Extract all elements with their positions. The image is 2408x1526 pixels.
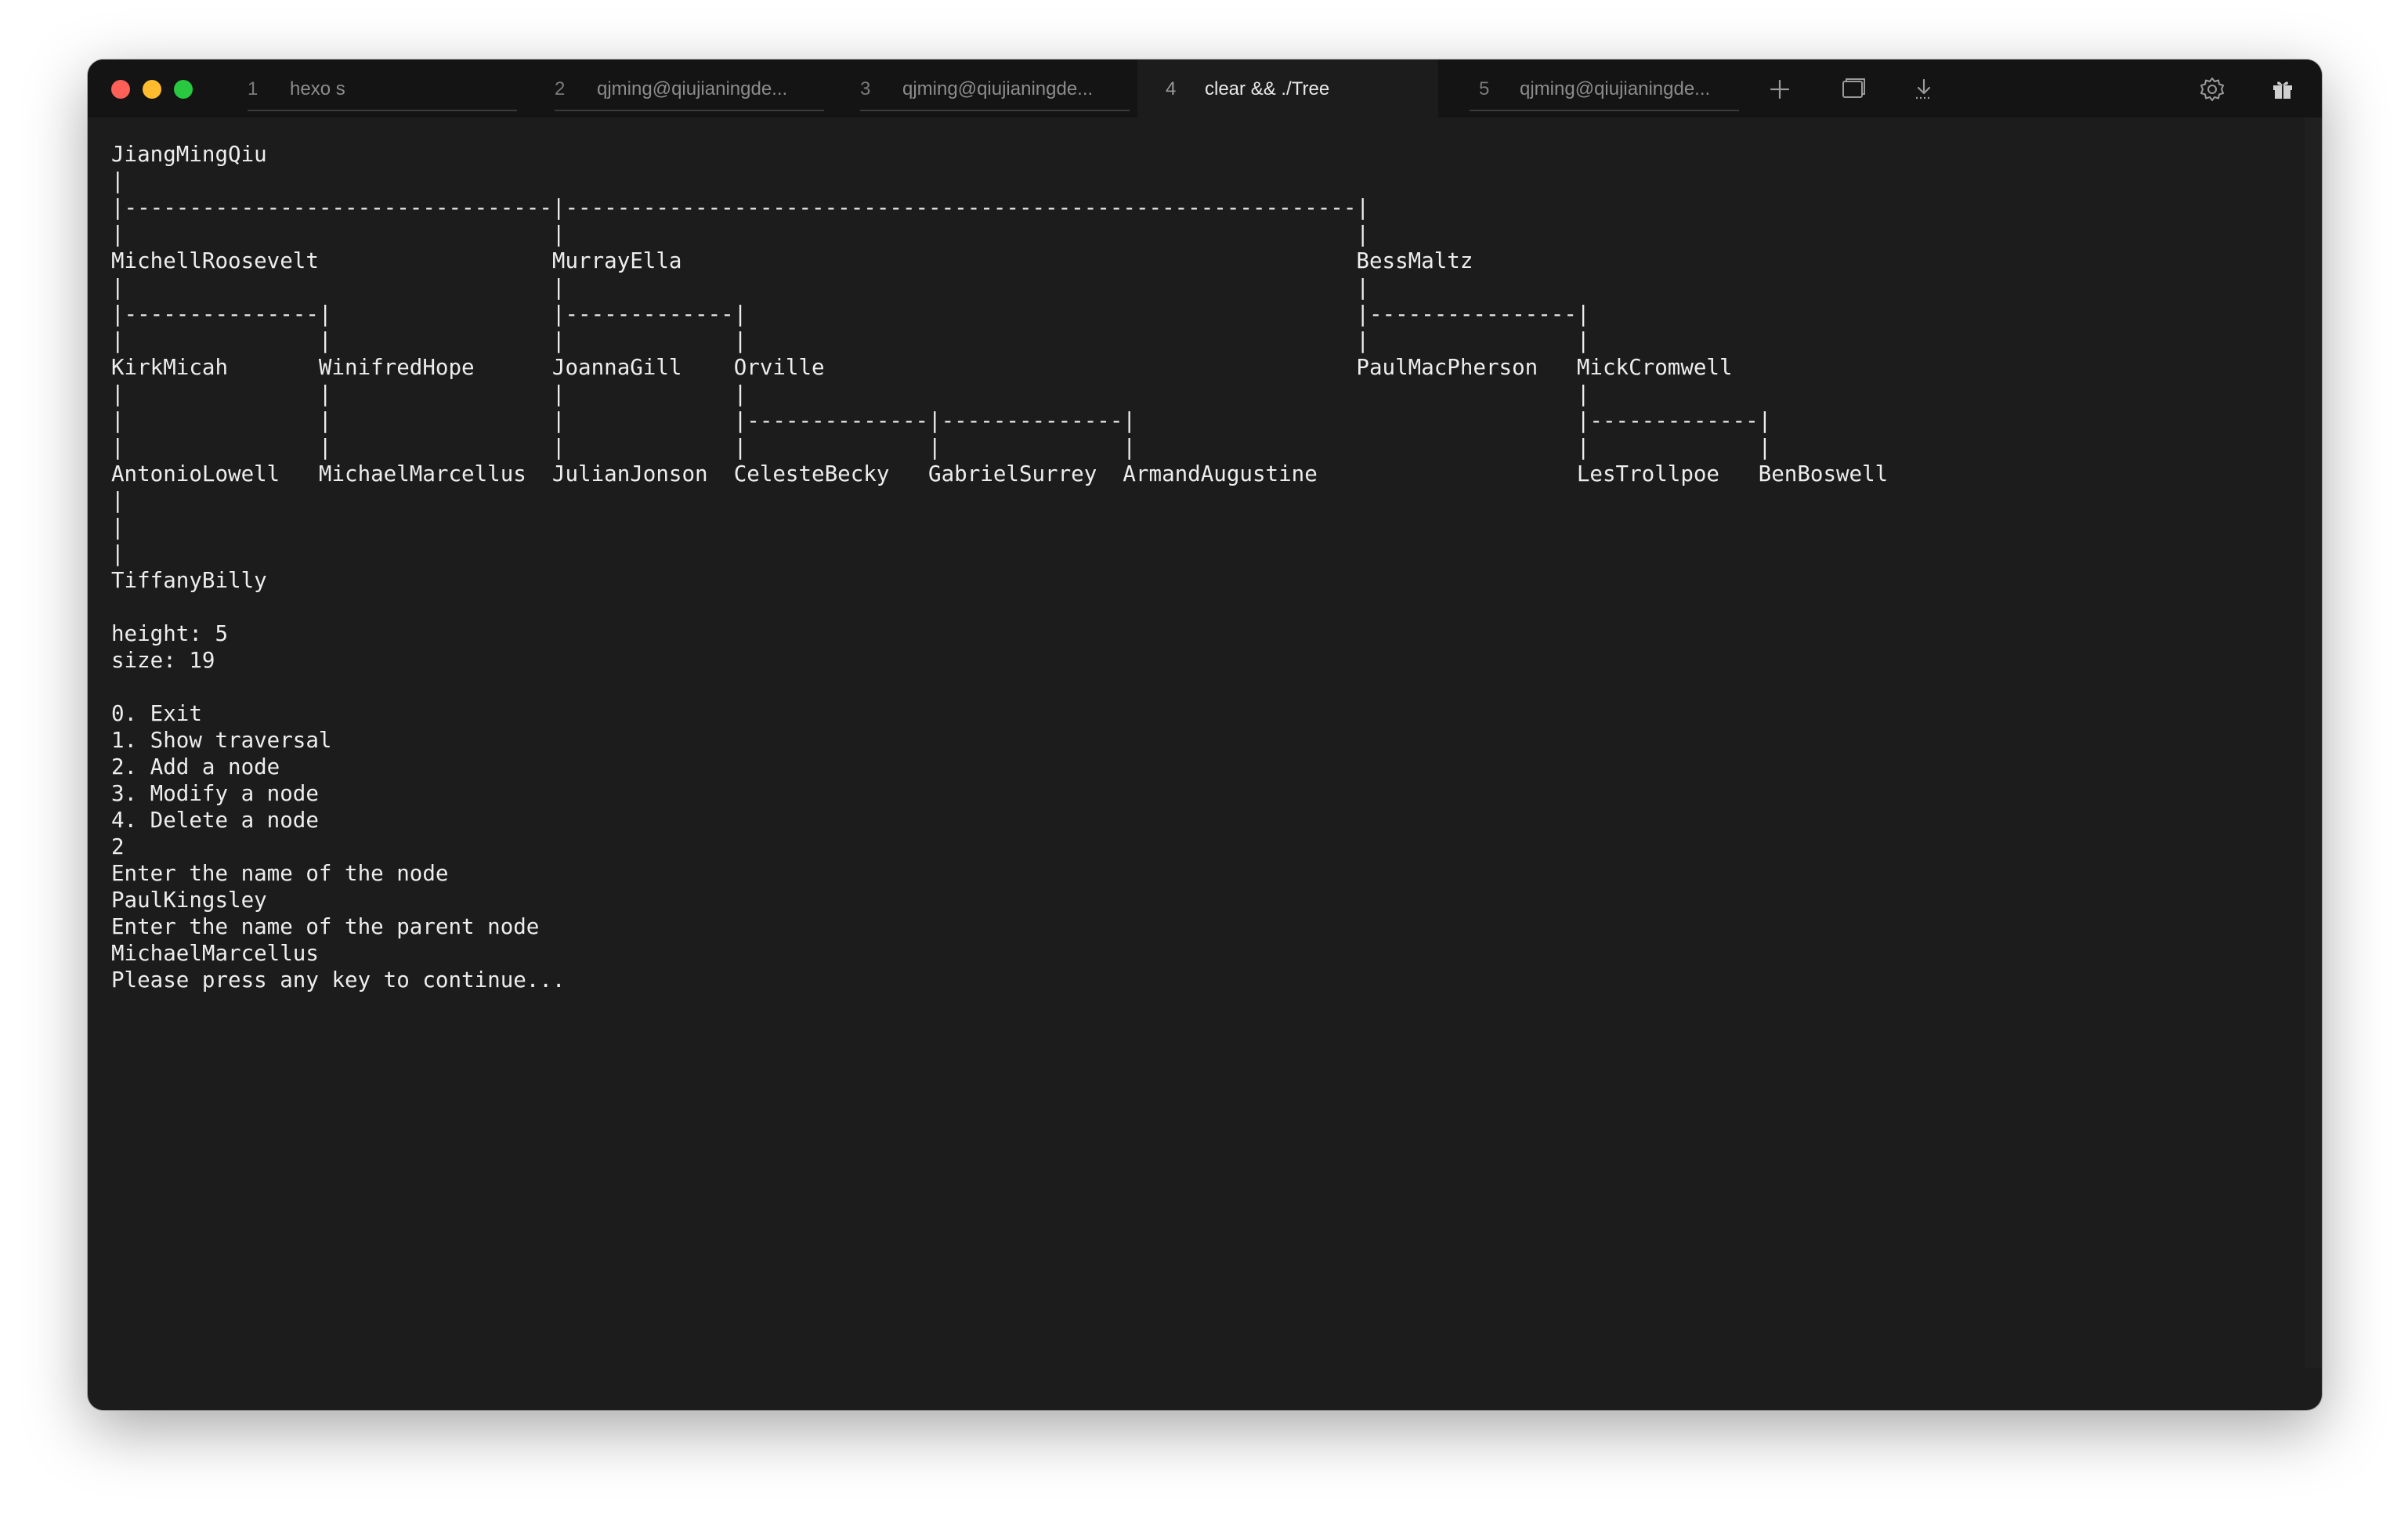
menu-option: 4. Delete a node (111, 808, 319, 833)
tree-line: | | | (111, 275, 1369, 300)
tab-3[interactable]: 3 qjming@qiujianingde... (860, 60, 1130, 118)
maximize-window-button[interactable] (174, 80, 193, 99)
plus-icon[interactable] (1764, 74, 1795, 105)
session-line: Enter the name of the parent node (111, 914, 540, 939)
tree-line: JiangMingQiu (111, 142, 267, 167)
menu-option: 2. Add a node (111, 754, 280, 779)
tree-line: |---------------------------------|-----… (111, 195, 1369, 220)
session-line: PaulKingsley (111, 888, 267, 913)
minimize-window-button[interactable] (143, 80, 161, 99)
tree-line: MichellRoosevelt MurrayElla BessMaltz (111, 248, 1473, 273)
tree-line: | | | |--------------|--------------| |-… (111, 408, 1772, 433)
tab-5[interactable]: 5 qjming@qiujianingde... (1470, 60, 1739, 118)
tree-line: AntonioLowell MichaelMarcellus JulianJon… (111, 461, 1889, 486)
tab-2[interactable]: 2 qjming@qiujianingde... (555, 60, 824, 118)
tree-line: |---------------| |-------------| |-----… (111, 302, 1590, 327)
tab-divider (248, 110, 517, 111)
tab-title: qjming@qiujianingde... (597, 78, 788, 99)
session-line: Enter the name of the node (111, 861, 449, 886)
menu-option: 0. Exit (111, 701, 202, 726)
tree-line: | (111, 541, 125, 566)
tree-line: KirkMicah WinifredHope JoannaGill Orvill… (111, 355, 1733, 380)
tree-line: | | | | | (111, 382, 1590, 407)
tab-divider (1470, 110, 1739, 111)
tab-divider (555, 110, 824, 111)
tree-line: | | | | | | | | (111, 435, 1772, 460)
tree-line: | (111, 168, 125, 193)
tab-number: 2 (555, 78, 566, 99)
tree-line: | (111, 515, 125, 540)
terminal-window: 1 hexo s 2 qjming@qiujianingde... 3 qjmi… (88, 60, 2322, 1410)
session-line: MichaelMarcellus (111, 941, 319, 966)
session-line: Please press any key to continue... (111, 967, 566, 993)
tab-title: clear && ./Tree (1205, 78, 1330, 99)
gift-icon[interactable] (2267, 74, 2298, 105)
tab-number: 3 (860, 78, 871, 99)
tab-1[interactable]: 1 hexo s (248, 60, 517, 118)
tab-title: qjming@qiujianingde... (902, 78, 1094, 99)
close-window-button[interactable] (111, 80, 130, 99)
tree-line: TiffanyBilly (111, 568, 267, 593)
title-bar: 1 hexo s 2 qjming@qiujianingde... 3 qjmi… (88, 60, 2322, 118)
terminal-output[interactable]: JiangMingQiu | |--------------------------… (111, 141, 2298, 1394)
tree-size-line: size: 19 (111, 648, 215, 673)
tree-line: | | | | | | (111, 328, 1590, 353)
tab-number: 1 (248, 78, 259, 99)
split-window-icon[interactable] (1836, 74, 1867, 105)
tab-number: 4 (1166, 78, 1177, 99)
tab-4-active[interactable]: 4 clear && ./Tree (1137, 60, 1438, 118)
tree-line: | (111, 488, 125, 513)
menu-option: 3. Modify a node (111, 781, 319, 806)
scrollbar-track[interactable] (2305, 118, 2322, 1368)
session-line: 2 (111, 834, 125, 859)
tab-divider (860, 110, 1130, 111)
gear-icon[interactable] (2196, 74, 2228, 105)
tree-height-line: height: 5 (111, 621, 229, 646)
menu-option: 1. Show traversal (111, 728, 332, 753)
download-icon[interactable] (1908, 74, 1940, 105)
tab-number: 5 (1479, 78, 1490, 99)
tree-line: | | | (111, 222, 1369, 247)
tab-title: hexo s (290, 78, 345, 99)
tab-title: qjming@qiujianingde... (1520, 78, 1711, 99)
